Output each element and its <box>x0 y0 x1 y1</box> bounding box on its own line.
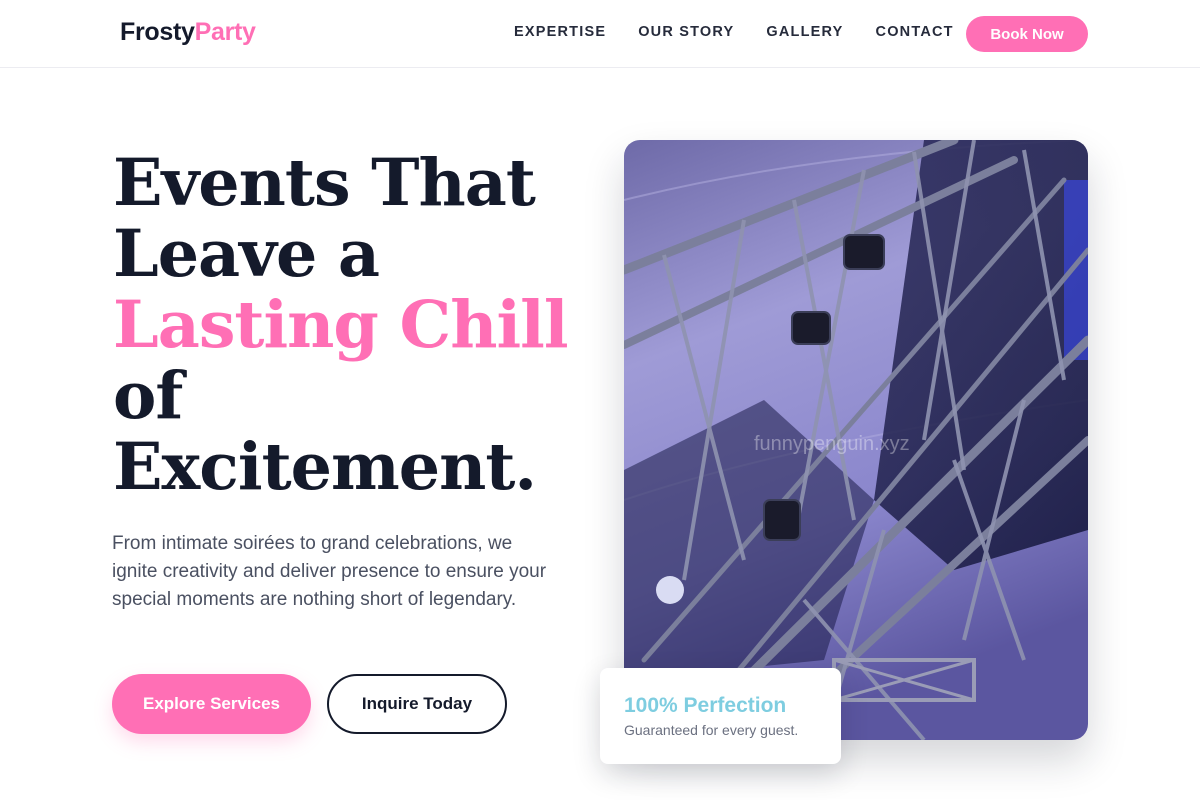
brand-name-part2: Party <box>194 18 256 46</box>
image-watermark: funnypenguin.xyz <box>754 433 910 455</box>
hero-subtext: From intimate soirées to grand celebrati… <box>112 533 547 610</box>
nav-link-gallery[interactable]: GALLERY <box>766 24 843 40</box>
headline-line-5: Excitement. <box>113 429 537 505</box>
headline-highlight: Lasting Chill <box>113 287 569 363</box>
brand-logo[interactable]: FrostyParty <box>120 18 256 47</box>
main-nav: EXPERTISE OUR STORY GALLERY CONTACT <box>514 24 986 40</box>
nav-link-expertise[interactable]: EXPERTISE <box>514 24 606 40</box>
explore-services-button[interactable]: Explore Services <box>112 674 311 734</box>
hero-image: funnypenguin.xyz <box>624 140 1088 740</box>
site-header: FrostyParty EXPERTISE OUR STORY GALLERY … <box>0 0 1200 68</box>
badge-subtitle: Guaranteed for every guest. <box>624 722 799 738</box>
headline-line-2: Leave a <box>113 216 380 292</box>
brand-name-part1: Frosty <box>120 18 195 46</box>
headline-line-4: of <box>113 358 183 434</box>
inquire-today-button[interactable]: Inquire Today <box>327 674 507 734</box>
headline-line-1: Events That <box>113 145 536 221</box>
hero-headline: Events That Leave a Lasting Chill of Exc… <box>113 148 583 503</box>
badge-title: 100% Perfection <box>624 694 787 717</box>
perfection-badge: 100% Perfection Guaranteed for every gue… <box>600 668 841 764</box>
book-now-button[interactable]: Book Now <box>966 16 1088 52</box>
nav-link-contact[interactable]: CONTACT <box>876 24 954 40</box>
nav-link-our-story[interactable]: OUR STORY <box>638 24 734 40</box>
